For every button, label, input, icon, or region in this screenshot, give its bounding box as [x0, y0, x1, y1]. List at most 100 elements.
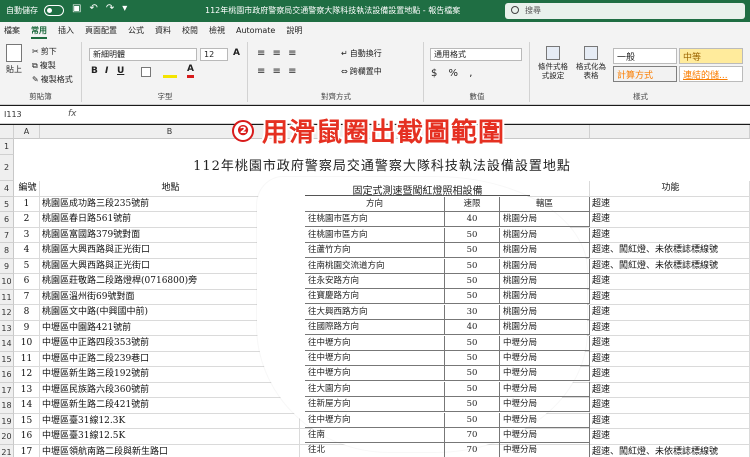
format-painter-button[interactable]: ✎ 複製格式 — [32, 74, 73, 85]
tab-home[interactable]: 常用 — [31, 22, 58, 40]
conditional-formatting-button[interactable]: 條件式格式設定 — [535, 46, 571, 80]
cell-func[interactable]: 超速 — [590, 398, 750, 414]
cell-func[interactable]: 超速 — [590, 351, 750, 367]
cell-loc[interactable]: 中壢區臺31線12.5K — [40, 429, 300, 445]
row-header[interactable]: 21 — [0, 444, 14, 457]
tab-formulas[interactable]: 公式 — [128, 22, 155, 40]
font-color-icon[interactable]: A — [187, 64, 194, 78]
cell-func[interactable]: 超速 — [590, 212, 750, 228]
cell-no[interactable]: 4 — [14, 243, 40, 259]
row-header[interactable]: 9 — [0, 258, 14, 274]
column-header-d[interactable] — [590, 125, 750, 139]
cell-no[interactable]: 10 — [14, 336, 40, 352]
merge-center-button[interactable]: ⇔ 跨欄置中 — [341, 66, 382, 77]
cell-no[interactable]: 14 — [14, 398, 40, 414]
header-function[interactable]: 功能 — [590, 181, 750, 197]
row-header[interactable]: 7 — [0, 227, 14, 243]
row-header[interactable]: 14 — [0, 336, 14, 352]
row-header[interactable]: 5 — [0, 196, 14, 212]
row-header[interactable]: 18 — [0, 398, 14, 414]
format-as-table-button[interactable]: 格式化為表格 — [573, 46, 609, 80]
style-neutral[interactable]: 中等 — [679, 48, 743, 64]
cell-func[interactable]: 超速 — [590, 382, 750, 398]
tab-help[interactable]: 說明 — [286, 22, 313, 40]
row-header[interactable]: 10 — [0, 274, 14, 290]
row-header[interactable]: 4 — [0, 181, 14, 197]
dropdown-icon[interactable]: ▾ — [122, 3, 127, 14]
border-icon[interactable] — [141, 67, 151, 77]
search-input[interactable]: 搜尋 — [505, 3, 745, 19]
select-all-corner[interactable] — [0, 125, 14, 139]
cell-func[interactable]: 超速 — [590, 196, 750, 212]
cell-no[interactable]: 11 — [14, 351, 40, 367]
name-box[interactable]: I113 — [2, 108, 57, 122]
cell-loc[interactable]: 中壢區新生路二段421號前 — [40, 398, 300, 414]
style-normal[interactable]: 一般 — [613, 48, 677, 64]
tab-page-layout[interactable]: 頁面配置 — [85, 22, 128, 40]
cell-func[interactable]: 超速 — [590, 289, 750, 305]
bold-button[interactable]: B — [91, 66, 98, 76]
cell-loc[interactable]: 中壢區領航南路二段與新生路口 — [40, 444, 300, 457]
grow-font-icon[interactable]: A — [233, 48, 240, 58]
number-format-select[interactable]: 通用格式 — [430, 48, 522, 61]
row-header[interactable]: 6 — [0, 212, 14, 228]
header-no[interactable]: 編號 — [14, 181, 40, 197]
autosave-toggle[interactable] — [44, 5, 64, 16]
tab-view[interactable]: 檢視 — [209, 22, 236, 40]
fill-color-icon[interactable] — [163, 66, 177, 78]
tab-file[interactable]: 檔案 — [4, 22, 31, 40]
font-name-select[interactable]: 新細明體 — [89, 48, 197, 61]
cut-button[interactable]: ✂ 剪下 — [32, 46, 57, 57]
cell-func[interactable]: 超速 — [590, 305, 750, 321]
row-header[interactable]: 12 — [0, 305, 14, 321]
cell-no[interactable]: 8 — [14, 305, 40, 321]
row-header[interactable]: 13 — [0, 320, 14, 336]
cell-func[interactable]: 超速、闖紅燈、未依標誌標線號 — [590, 243, 750, 259]
copy-button[interactable]: ⧉ 複製 — [32, 60, 56, 71]
cell-no[interactable]: 7 — [14, 289, 40, 305]
vertical-align-icons[interactable]: ≡ ≡ ≡ — [257, 48, 299, 59]
row-header[interactable]: 15 — [0, 351, 14, 367]
cell-no[interactable]: 5 — [14, 258, 40, 274]
font-size-select[interactable]: 12 — [200, 48, 228, 61]
row-header[interactable]: 19 — [0, 413, 14, 429]
tab-automate[interactable]: Automate — [236, 22, 286, 40]
row-header[interactable]: 16 — [0, 367, 14, 383]
row-header[interactable]: 2 — [0, 155, 14, 181]
underline-button[interactable]: U — [117, 66, 124, 76]
cell-func[interactable]: 超速、闖紅燈、未依標誌標線號 — [590, 444, 750, 457]
cell-func[interactable]: 超速 — [590, 336, 750, 352]
cell-no[interactable]: 2 — [14, 212, 40, 228]
cell-no[interactable]: 13 — [14, 382, 40, 398]
row-header[interactable]: 8 — [0, 243, 14, 259]
wrap-text-button[interactable]: ↵ 自動換行 — [341, 48, 382, 59]
sheet-title[interactable]: 112年桃園市政府警察局交通警察大隊科技執法設備設置地點 — [14, 155, 750, 179]
cell-no[interactable]: 17 — [14, 444, 40, 457]
paste-button[interactable]: 貼上 — [6, 44, 22, 75]
cell-no[interactable]: 3 — [14, 227, 40, 243]
undo-icon[interactable]: ↶ — [89, 3, 97, 14]
cell-no[interactable]: 9 — [14, 320, 40, 336]
cell-func[interactable]: 超速 — [590, 429, 750, 445]
cell-func[interactable]: 超速 — [590, 227, 750, 243]
number-format-icons[interactable]: $ % , — [431, 68, 476, 79]
cell-loc[interactable]: 中壢區新生路三段192號前 — [40, 367, 300, 383]
horizontal-align-icons[interactable]: ≡ ≡ ≡ — [257, 66, 299, 77]
cell-no[interactable]: 12 — [14, 367, 40, 383]
cell-no[interactable]: 16 — [14, 429, 40, 445]
tab-data[interactable]: 資料 — [155, 22, 182, 40]
tab-review[interactable]: 校閱 — [182, 22, 209, 40]
row-header[interactable]: 17 — [0, 382, 14, 398]
italic-button[interactable]: I — [105, 66, 108, 76]
cell-func[interactable]: 超速 — [590, 320, 750, 336]
cell-loc[interactable]: 中壢區臺31線12.3K — [40, 413, 300, 429]
row-header[interactable]: 1 — [0, 139, 14, 155]
redo-icon[interactable]: ↷ — [106, 3, 114, 14]
fx-icon[interactable]: fx — [68, 109, 77, 119]
cell-loc[interactable]: 中壢區民族路六段360號前 — [40, 382, 300, 398]
style-linked-cell[interactable]: 連結的儲... — [679, 66, 743, 82]
style-calculation[interactable]: 計算方式 — [613, 66, 677, 82]
row-header[interactable]: 20 — [0, 429, 14, 445]
tab-insert[interactable]: 插入 — [58, 22, 85, 40]
cell-func[interactable]: 超速 — [590, 274, 750, 290]
